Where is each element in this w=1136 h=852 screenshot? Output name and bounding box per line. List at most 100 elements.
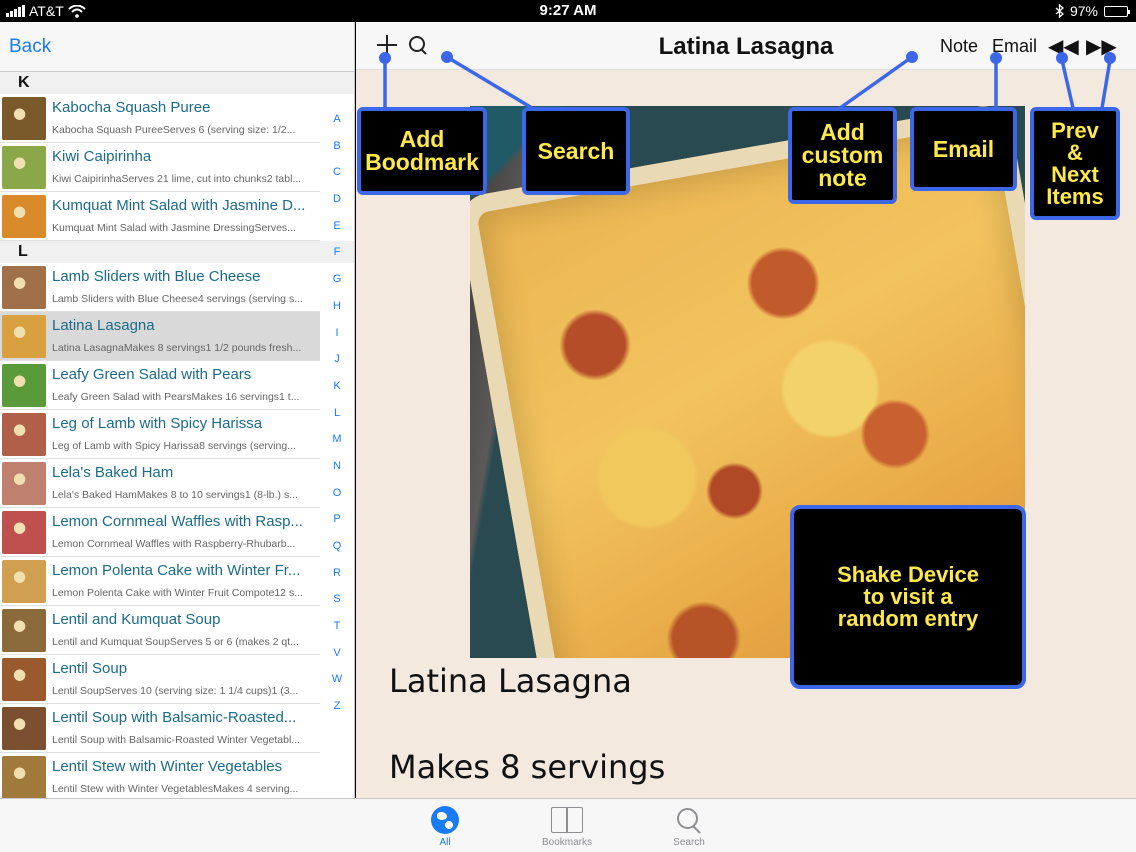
- recipe-item-title: Lentil and Kumquat Soup: [52, 611, 221, 628]
- index-letter[interactable]: J: [334, 346, 340, 373]
- recipe-item-subtitle: Leafy Green Salad with PearsMakes 16 ser…: [52, 391, 300, 403]
- recipe-servings: Makes 8 servings: [389, 748, 666, 786]
- index-letter[interactable]: C: [333, 159, 341, 186]
- callout-line: Add: [399, 126, 445, 152]
- recipe-list-item[interactable]: Lemon Polenta Cake with Winter Fr... Lemo…: [0, 557, 320, 606]
- recipe-item-title: Lentil Stew with Winter Vegetables: [52, 758, 283, 775]
- recipe-list-item[interactable]: Leafy Green Salad with Pears Leafy Green …: [0, 361, 320, 410]
- recipe-list-item[interactable]: Lamb Sliders with Blue Cheese Lamb Slider…: [0, 263, 320, 312]
- index-letter[interactable]: E: [333, 213, 340, 240]
- index-letter[interactable]: D: [333, 186, 341, 213]
- section-header: K: [0, 72, 354, 94]
- recipe-item-title: Lela's Baked Ham: [52, 464, 174, 481]
- recipe-item-subtitle: Lela's Baked HamMakes 8 to 10 servings1 …: [52, 489, 298, 501]
- recipe-list-item[interactable]: Lela's Baked Ham Lela's Baked HamMakes 8 …: [0, 459, 320, 508]
- recipe-list-item[interactable]: Kabocha Squash Puree Kabocha Squash Puree…: [0, 94, 320, 143]
- recipe-item-title: Lemon Cornmeal Waffles with Rasp...: [52, 513, 303, 530]
- recipe-item-title: Leg of Lamb with Spicy Harissa: [52, 415, 263, 432]
- recipe-item-title: Lamb Sliders with Blue Cheese: [52, 268, 261, 285]
- note-button[interactable]: Note: [940, 36, 978, 57]
- recipe-list-item[interactable]: Lentil Stew with Winter Vegetables Lentil…: [0, 753, 320, 798]
- callout-line: Shake Device: [837, 562, 979, 587]
- recipe-item-subtitle: Latina LasagnaMakes 8 servings1 1/2 poun…: [52, 342, 302, 354]
- recipe-list-pane: Back K Kabocha Squash Puree Kabocha Squash…: [0, 22, 355, 798]
- recipe-thumbnail: [2, 658, 46, 701]
- recipe-item-title: Lemon Polenta Cake with Winter Fr...: [52, 562, 301, 579]
- index-letter[interactable]: A: [333, 106, 340, 133]
- callout-shake: Shake Device to visit a random entry: [790, 505, 1026, 689]
- callout-line: Boodmark: [365, 149, 479, 175]
- recipe-list-item[interactable]: Leg of Lamb with Spicy Harissa Leg of Lam…: [0, 410, 320, 459]
- tab-label: Bookmarks: [541, 837, 592, 848]
- recipe-item-subtitle: Lentil Stew with Winter VegetablesMakes …: [52, 783, 299, 795]
- recipe-thumbnail: [2, 707, 46, 750]
- recipe-list[interactable]: K Kabocha Squash Puree Kabocha Squash Pure…: [0, 72, 354, 798]
- index-letter[interactable]: P: [333, 506, 340, 533]
- book-icon: [551, 807, 583, 833]
- alphabet-index[interactable]: ABCDEFGHIJKLMNOPQRSTVWZ: [326, 106, 348, 720]
- recipe-thumbnail: [2, 315, 46, 358]
- index-letter[interactable]: Q: [333, 533, 342, 560]
- callout-email: Email: [910, 107, 1017, 191]
- recipe-item-subtitle: Lentil Soup with Balsamic-Roasted Winter…: [52, 734, 301, 746]
- index-letter[interactable]: I: [335, 320, 338, 347]
- index-letter[interactable]: S: [333, 586, 340, 613]
- callout-prev-next: Prev & Next Items: [1030, 107, 1120, 220]
- recipe-item-subtitle: Lentil and Kumquat SoupServes 5 or 6 (ma…: [52, 636, 299, 648]
- index-letter[interactable]: T: [334, 613, 341, 640]
- index-letter[interactable]: V: [333, 640, 340, 667]
- tab-search[interactable]: Search: [649, 803, 729, 848]
- recipe-list-item[interactable]: Kiwi Caipirinha Kiwi CaipirinhaServes 21 …: [0, 143, 320, 192]
- recipe-list-item[interactable]: Lentil and Kumquat Soup Lentil and Kumqua…: [0, 606, 320, 655]
- index-letter[interactable]: M: [332, 426, 341, 453]
- email-button[interactable]: Email: [992, 36, 1037, 57]
- index-letter[interactable]: K: [333, 373, 340, 400]
- status-time: 9:27 AM: [539, 2, 597, 19]
- prev-item-button[interactable]: ◀◀: [1048, 34, 1079, 59]
- recipe-item-subtitle: Lemon Polenta Cake with Winter Fruit Com…: [52, 587, 303, 599]
- tab-label: All: [439, 837, 451, 848]
- index-letter[interactable]: Z: [334, 693, 341, 720]
- recipe-thumbnail: [2, 413, 46, 456]
- index-letter[interactable]: R: [333, 560, 341, 587]
- recipe-list-item[interactable]: Kumquat Mint Salad with Jasmine D... Kumq…: [0, 192, 320, 241]
- recipe-thumbnail: [2, 97, 46, 140]
- index-letter[interactable]: O: [333, 480, 342, 507]
- recipe-item-subtitle: Kiwi CaipirinhaServes 21 lime, cut into …: [52, 173, 302, 185]
- recipe-item-subtitle: Lemon Cornmeal Waffles with Raspberry-Rh…: [52, 538, 296, 550]
- index-letter[interactable]: F: [334, 239, 341, 266]
- index-letter[interactable]: L: [334, 400, 340, 427]
- globe-icon: [431, 806, 459, 834]
- index-letter[interactable]: H: [333, 293, 341, 320]
- recipe-thumbnail: [2, 195, 46, 238]
- recipe-thumbnail: [2, 266, 46, 309]
- tab-all[interactable]: All: [405, 803, 485, 848]
- status-bar: AT&T 9:27 AM 97%: [0, 0, 1136, 22]
- recipe-thumbnail: [2, 511, 46, 554]
- next-item-button[interactable]: ▶▶: [1086, 34, 1117, 59]
- callout-add-bookmark: Add Boodmark: [357, 107, 487, 195]
- recipe-item-title: Kabocha Squash Puree: [52, 99, 211, 116]
- recipe-list-item[interactable]: Lentil Soup Lentil SoupServes 10 (serving…: [0, 655, 320, 704]
- index-letter[interactable]: B: [333, 133, 340, 160]
- index-letter[interactable]: G: [333, 266, 342, 293]
- recipe-thumbnail: [2, 560, 46, 603]
- index-letter[interactable]: N: [333, 453, 341, 480]
- tab-bookmarks[interactable]: Bookmarks: [527, 803, 607, 848]
- battery-percent: 97%: [1069, 3, 1098, 19]
- callout-line: custom: [801, 142, 884, 168]
- recipe-title: Latina Lasagna: [389, 662, 632, 700]
- master-nav-bar: Back: [0, 22, 354, 72]
- callout-line: note: [818, 165, 867, 191]
- back-button[interactable]: Back: [9, 36, 51, 58]
- detail-nav-bar: Latina Lasagna Note Email ◀◀ ▶▶: [356, 22, 1136, 70]
- battery-icon: [1104, 5, 1130, 17]
- recipe-list-item[interactable]: Lemon Cornmeal Waffles with Rasp... Lemon…: [0, 508, 320, 557]
- recipe-thumbnail: [2, 756, 46, 798]
- index-letter[interactable]: W: [332, 666, 342, 693]
- recipe-list-item[interactable]: Lentil Soup with Balsamic-Roasted... Lent…: [0, 704, 320, 753]
- recipe-item-title: Kiwi Caipirinha: [52, 148, 152, 165]
- recipe-list-item[interactable]: Latina Lasagna Latina LasagnaMakes 8 serv…: [0, 312, 320, 361]
- search-icon: [675, 806, 703, 834]
- recipe-item-subtitle: Kumquat Mint Salad with Jasmine Dressing…: [52, 222, 296, 234]
